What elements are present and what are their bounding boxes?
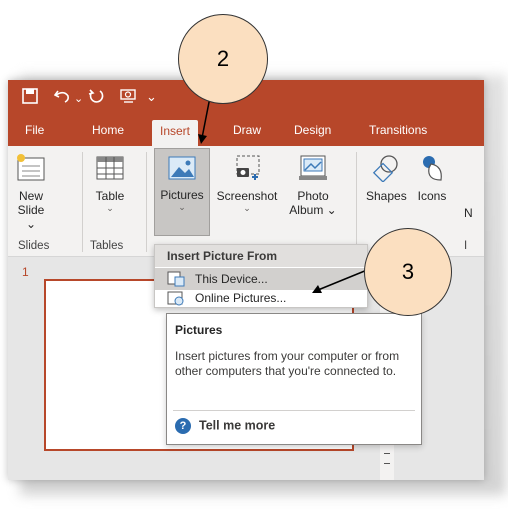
tooltip-title: Pictures	[175, 323, 223, 337]
tab-home[interactable]: Home	[92, 123, 124, 137]
table-icon	[88, 154, 132, 185]
tell-me-more-link[interactable]: ? Tell me more	[175, 418, 275, 434]
dropdown-header: Insert Picture From	[155, 245, 367, 267]
ribbon-separator	[82, 152, 83, 252]
help-icon: ?	[175, 418, 191, 434]
tab-design[interactable]: Design	[294, 123, 331, 137]
this-device-menu-item[interactable]: This Device...	[155, 268, 367, 290]
photo-album-label-1: Photo	[297, 189, 329, 203]
icons-label: Icons	[417, 189, 447, 203]
redo-icon[interactable]	[88, 88, 104, 109]
undo-dropdown-icon[interactable]: ⌄	[74, 90, 83, 108]
screenshot-chevron-icon: ⌄	[243, 203, 251, 213]
screenshot-button[interactable]: Screenshot ⌄	[212, 154, 282, 213]
tab-transitions[interactable]: Transitions	[369, 123, 427, 137]
photo-album-button[interactable]: Photo Album ⌄	[288, 154, 338, 217]
photo-album-label-2: Album ⌄	[289, 203, 337, 217]
pictures-label: Pictures	[160, 188, 204, 202]
shapes-icon	[366, 154, 406, 185]
icons-button[interactable]: Icons	[412, 154, 452, 203]
table-label: Table	[95, 189, 125, 203]
new-slide-icon	[14, 154, 48, 185]
ribbon-cut-letter: N	[464, 206, 473, 220]
tell-me-more-label: Tell me more	[199, 418, 276, 433]
present-icon[interactable]	[120, 88, 138, 109]
table-chevron-icon: ⌄	[106, 203, 114, 213]
pictures-button[interactable]: Pictures ⌄	[154, 148, 210, 236]
ribbon-tabs: File Home Insert Draw Design Transitions	[8, 116, 484, 146]
pictures-tooltip: Pictures Insert pictures from your compu…	[166, 313, 422, 445]
tab-draw[interactable]: Draw	[233, 123, 261, 137]
pictures-chevron-icon: ⌄	[178, 202, 186, 212]
tab-file[interactable]: File	[25, 123, 44, 137]
group-label-slides: Slides	[18, 240, 50, 252]
shapes-label: Shapes	[366, 189, 407, 203]
screenshot-label: Screenshot	[216, 189, 278, 203]
insert-picture-dropdown: Insert Picture From This Device... Onlin…	[154, 244, 368, 308]
group-label-tables: Tables	[90, 240, 124, 252]
table-button[interactable]: Table ⌄	[88, 154, 132, 213]
step-3-number: 3	[401, 259, 415, 284]
save-icon[interactable]	[22, 88, 38, 109]
photo-album-icon	[288, 154, 338, 185]
scrollbar-mark	[384, 463, 390, 464]
undo-icon[interactable]	[53, 88, 72, 109]
step-2-number: 2	[216, 46, 230, 71]
group-label-cut: I	[464, 240, 468, 252]
ribbon-separator	[146, 152, 147, 252]
tooltip-body: Insert pictures from your computer or fr…	[175, 349, 400, 378]
new-slide-button[interactable]: New Slide ⌄	[14, 154, 48, 231]
customize-qat-icon[interactable]: ⌄	[146, 88, 157, 106]
step-3-callout: 3	[364, 228, 452, 316]
screenshot-icon	[212, 154, 282, 185]
tab-insert[interactable]: Insert	[152, 120, 199, 146]
new-slide-label-2: Slide ⌄	[17, 203, 45, 231]
step-2-callout: 2	[178, 14, 268, 104]
online-pictures-menu-item[interactable]: Online Pictures...	[155, 290, 367, 306]
online-pictures-label: Online Pictures...	[195, 291, 287, 305]
scrollbar-mark	[384, 453, 390, 454]
pictures-icon	[155, 155, 209, 184]
shapes-button[interactable]: Shapes	[366, 154, 407, 203]
online-pictures-icon	[167, 291, 185, 306]
this-device-label: This Device...	[195, 272, 268, 286]
new-slide-label-1: New	[18, 189, 43, 203]
icons-icon	[412, 154, 452, 185]
ribbon-separator	[356, 152, 357, 252]
tooltip-divider	[173, 410, 415, 411]
slide-number: 1	[22, 265, 29, 279]
